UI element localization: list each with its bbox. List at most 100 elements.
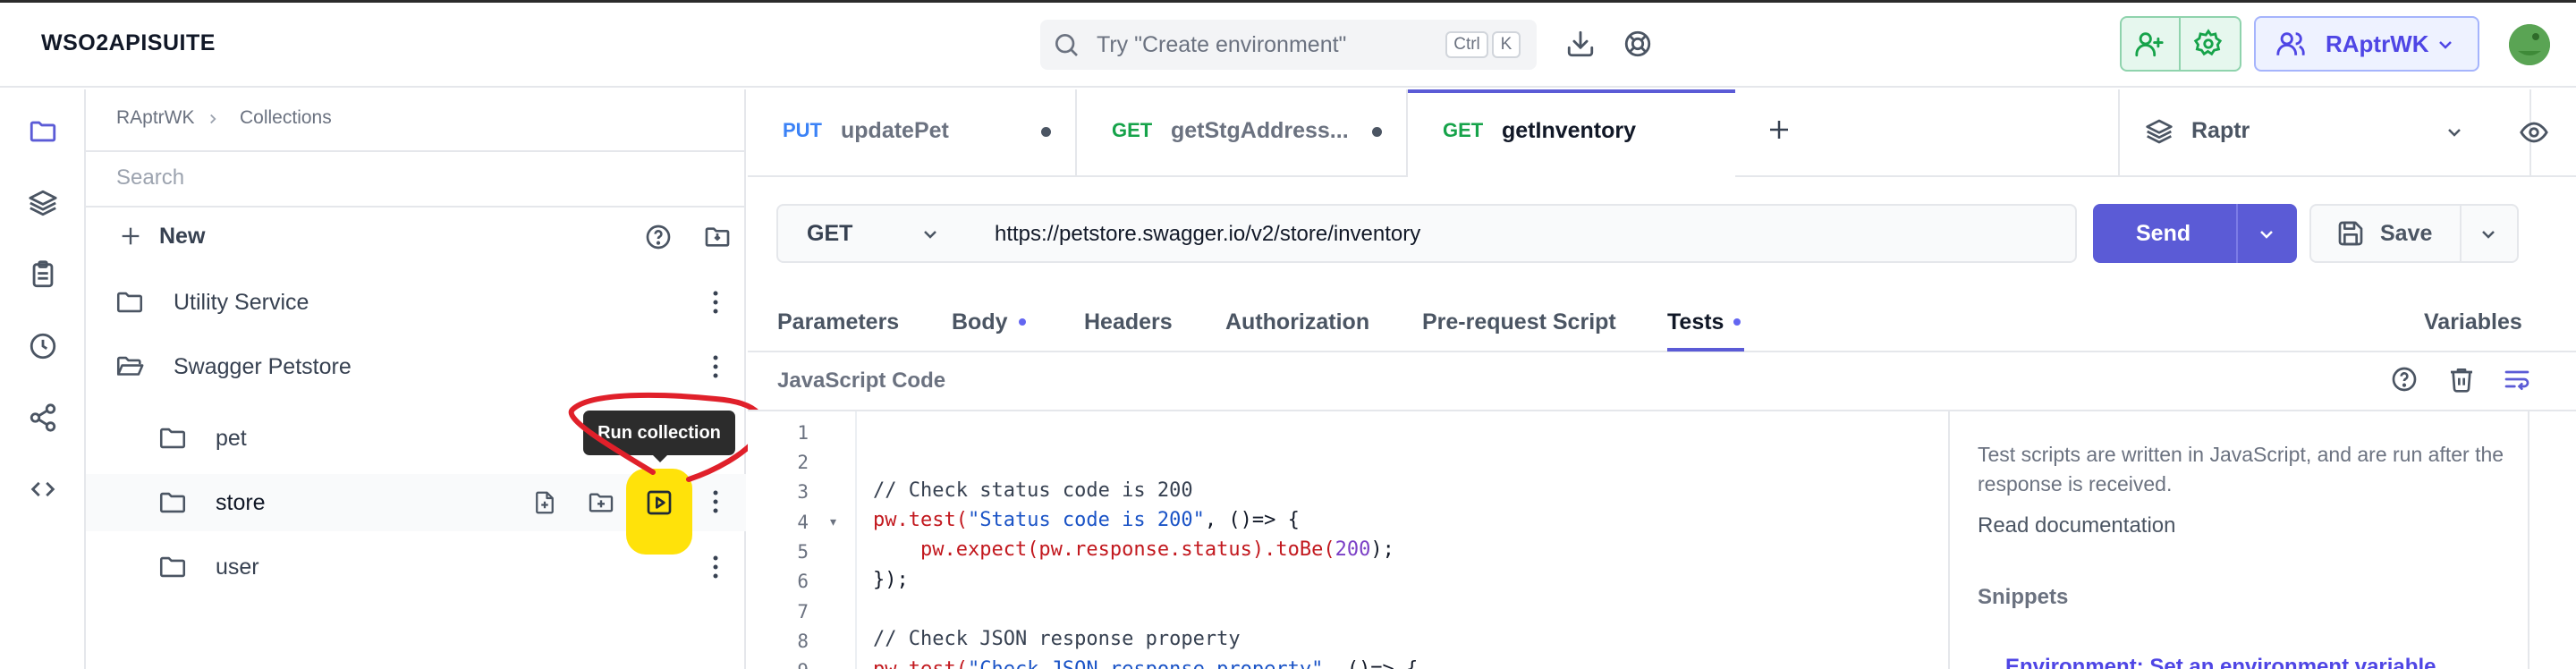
tab-name: updatePet <box>841 118 949 143</box>
send-label: Send <box>2136 221 2191 246</box>
chevron-down-icon[interactable] <box>2256 224 2277 245</box>
line-number: 5 <box>797 541 809 563</box>
tab-method: GET <box>1112 119 1153 141</box>
window-top-border <box>0 0 2576 3</box>
kebab-menu-icon[interactable] <box>709 289 722 316</box>
send-divider <box>2236 204 2238 263</box>
layers-icon <box>2145 117 2174 146</box>
folder-icon[interactable] <box>28 116 58 147</box>
run-collection-icon[interactable] <box>645 488 674 517</box>
code-icon[interactable] <box>28 474 58 504</box>
search-icon <box>1052 30 1080 59</box>
app-brand[interactable]: WSO2APISUITE <box>41 30 216 56</box>
read-documentation-link[interactable]: Read documentation <box>1978 513 2175 538</box>
save-divider <box>2460 206 2462 261</box>
code-line: // Check JSON response property <box>873 628 1241 650</box>
search-placeholder: Try "Create environment" <box>1097 32 1347 57</box>
tree-item-label: pet <box>216 426 247 451</box>
new-tab-plus-icon[interactable] <box>1766 116 1792 143</box>
environment-label: Raptr <box>2191 118 2250 143</box>
editor-title: JavaScript Code <box>777 368 946 393</box>
shortcut-k-key: K <box>1492 31 1521 58</box>
line-number: 8 <box>797 631 809 652</box>
shortcut-ctrl-key: Ctrl <box>1445 31 1488 58</box>
chevron-down-icon <box>2444 122 2465 143</box>
line-number: 4 <box>797 512 809 533</box>
workspace-label: RAptrWK <box>2326 30 2429 57</box>
line-number: 2 <box>797 452 809 473</box>
folder-icon <box>157 552 188 582</box>
tree-item-label: Swagger Petstore <box>174 354 352 379</box>
tab-pre-request-script[interactable]: Pre-request Script <box>1422 309 1616 335</box>
collection-search-input[interactable] <box>86 150 746 207</box>
tab-headers[interactable]: Headers <box>1084 309 1173 335</box>
help-icon[interactable] <box>644 223 673 251</box>
red-circle-annotation <box>537 383 778 490</box>
scrollbar[interactable] <box>2528 411 2576 669</box>
save-icon <box>2336 219 2365 248</box>
help-icon[interactable] <box>2390 365 2419 394</box>
breadcrumb-workspace[interactable]: RAptrWK <box>116 107 195 129</box>
eye-icon[interactable] <box>2519 117 2549 148</box>
new-folder-icon[interactable] <box>587 488 615 517</box>
tree-item-label: user <box>216 555 259 580</box>
code-line: }); <box>873 569 909 591</box>
code-line-4: pw.test("Status code is 200", ()=> { <box>873 509 1300 531</box>
download-icon[interactable] <box>1565 29 1596 59</box>
tabs-divider <box>748 351 2576 352</box>
active-tab-indicator <box>1667 348 1744 351</box>
kebab-menu-icon[interactable] <box>709 554 722 580</box>
body-dot <box>1019 318 1026 326</box>
chevron-down-icon[interactable] <box>2478 224 2499 245</box>
unsaved-dot <box>1041 127 1051 137</box>
share-icon[interactable] <box>28 402 58 433</box>
plus-icon[interactable] <box>118 224 143 249</box>
layers-icon[interactable] <box>28 188 58 218</box>
unsaved-dot <box>1372 127 1382 137</box>
new-file-icon[interactable] <box>531 488 558 517</box>
code-line-9: pw.test("Check JSON response property", … <box>873 658 1418 669</box>
save-label: Save <box>2380 221 2433 246</box>
chevron-down-icon <box>2435 34 2456 55</box>
code-line-5: pw.expect(pw.response.status).toBe(200); <box>919 538 1394 561</box>
avatar[interactable] <box>2509 24 2550 65</box>
import-folder-icon[interactable] <box>703 223 732 251</box>
tab-name: getInventory <box>1502 118 1637 143</box>
tab-method: PUT <box>783 119 822 141</box>
chevron-down-icon <box>919 224 941 245</box>
environment-selector[interactable] <box>2118 89 2531 175</box>
tab-method: GET <box>1443 119 1484 141</box>
snippet-link[interactable]: Environment: Set an environment variable <box>2005 655 2436 669</box>
tab-authorization[interactable]: Authorization <box>1225 309 1369 335</box>
tab-name: getStgAddress... <box>1171 118 1349 143</box>
tab-parameters[interactable]: Parameters <box>777 309 899 335</box>
new-collection-button[interactable]: New <box>159 224 205 250</box>
fold-arrow-icon[interactable]: ▾ <box>830 514 836 529</box>
line-number: 6 <box>797 571 809 592</box>
tree-item-label: Utility Service <box>174 290 309 315</box>
folder-icon <box>114 287 145 318</box>
add-user-icon[interactable] <box>2134 29 2165 59</box>
users-icon <box>2275 29 2306 59</box>
lifebuoy-icon[interactable] <box>1623 29 1653 59</box>
snippets-title: Snippets <box>1978 585 2069 609</box>
help-description: Test scripts are written in JavaScript, … <box>1978 443 2504 495</box>
gear-icon[interactable] <box>2193 29 2224 59</box>
url-value: https://petstore.swagger.io/v2/store/inv… <box>995 222 1421 246</box>
breadcrumb-collections: Collections <box>240 107 332 128</box>
kebab-menu-icon[interactable] <box>709 353 722 380</box>
history-icon[interactable] <box>28 331 58 361</box>
wrap-lines-icon[interactable] <box>2503 365 2531 394</box>
tests-dot <box>1733 318 1741 326</box>
trash-icon[interactable] <box>2447 365 2476 394</box>
line-number: 9 <box>778 660 809 669</box>
folder-open-icon <box>114 351 145 382</box>
nav-rail <box>0 89 86 669</box>
clipboard-icon[interactable] <box>28 259 58 290</box>
kebab-menu-icon[interactable] <box>709 488 722 515</box>
tab-variables[interactable]: Variables <box>2424 309 2522 335</box>
tab-tests[interactable]: Tests <box>1667 309 1724 335</box>
collection-search-placeholder: Search <box>116 165 185 190</box>
tab-body[interactable]: Body <box>952 309 1008 335</box>
method-label: GET <box>807 221 853 246</box>
